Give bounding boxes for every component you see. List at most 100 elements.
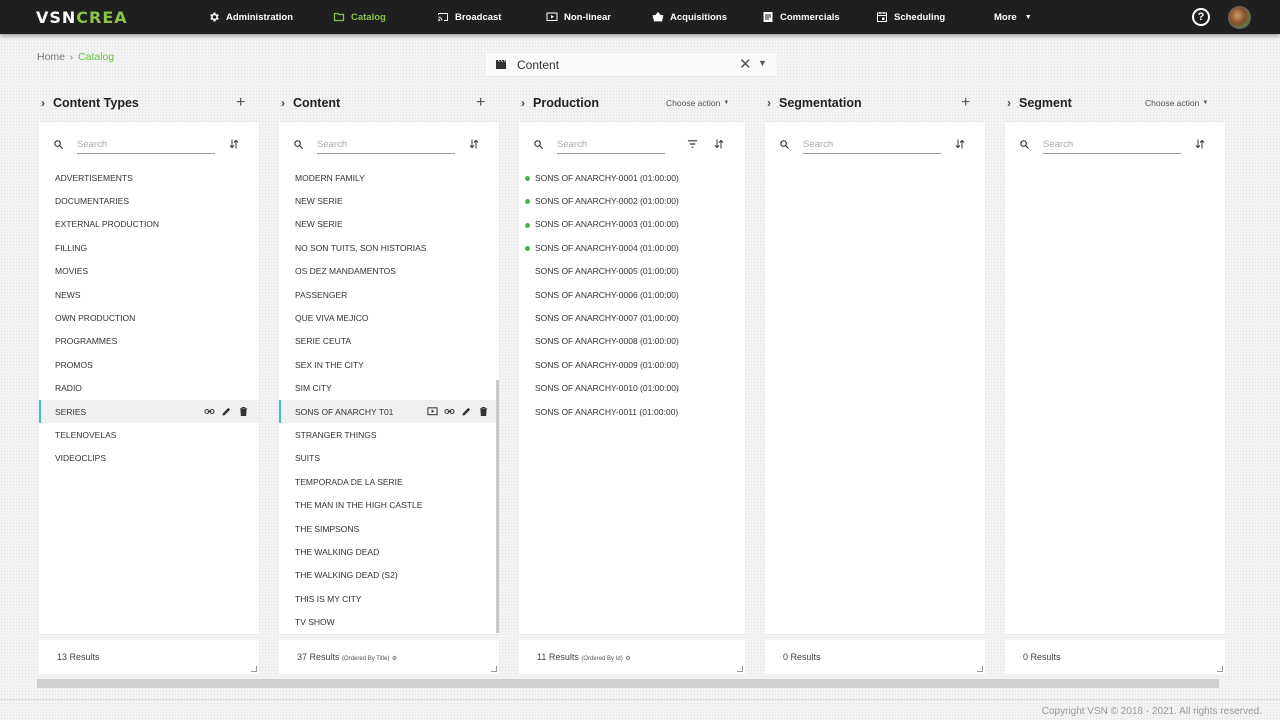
nav-more[interactable]: More ▼ <box>994 8 1032 26</box>
list-item[interactable]: FILLING <box>39 236 259 259</box>
add-content-type-button[interactable]: + <box>236 94 245 111</box>
settings-icon[interactable]: ⚙ <box>625 656 630 662</box>
app-logo[interactable]: VSNCREA <box>36 8 128 27</box>
resize-grip-icon[interactable] <box>1217 666 1223 672</box>
breadcrumb-current[interactable]: Catalog <box>78 51 114 63</box>
expand-chevron-icon[interactable]: › <box>281 96 293 110</box>
choose-action-production[interactable]: Choose action ▼ <box>666 95 729 111</box>
list-item[interactable]: THE MAN IN THE HIGH CASTLE <box>279 493 499 516</box>
search-input-content-types[interactable] <box>77 136 215 154</box>
nav-commercials[interactable]: Commercials <box>762 8 840 26</box>
list-item[interactable]: SONS OF ANARCHY-0006 (01:00:00) <box>519 283 745 306</box>
nav-broadcast[interactable]: Broadcast <box>437 8 501 26</box>
list-item[interactable]: EXTERNAL PRODUCTION <box>39 213 259 236</box>
list-item[interactable]: MOVIES <box>39 260 259 283</box>
list-item[interactable]: SONS OF ANARCHY-0011 (01:00:00) <box>519 400 745 423</box>
search-input-segmentation[interactable] <box>803 136 941 154</box>
list-item[interactable]: SERIE CEUTA <box>279 330 499 353</box>
nav-acquisitions[interactable]: Acquisitions <box>652 8 727 26</box>
search-input-production[interactable] <box>557 136 665 154</box>
sort-icon[interactable] <box>954 138 966 150</box>
add-content-button[interactable]: + <box>476 94 485 111</box>
logo-accent: CREA <box>76 8 128 27</box>
list-item[interactable]: SONS OF ANARCHY-0010 (01:00:00) <box>519 377 745 400</box>
link-icon[interactable] <box>204 406 215 417</box>
list-item[interactable]: SONS OF ANARCHY-0004 (01:00:00) <box>519 236 745 259</box>
horizontal-scrollbar[interactable] <box>37 679 1219 688</box>
list-item[interactable]: NO SON TUITS, SON HISTORIAS <box>279 236 499 259</box>
settings-icon[interactable]: ⚙ <box>392 656 397 662</box>
breadcrumb-home[interactable]: Home <box>37 51 65 63</box>
filter-icon[interactable] <box>687 139 698 149</box>
resize-grip-icon[interactable] <box>977 666 983 672</box>
expand-chevron-icon[interactable]: › <box>767 96 779 110</box>
list-item[interactable]: SONS OF ANARCHY-0001 (01:00:00) <box>519 166 745 189</box>
list-item[interactable]: PROGRAMMES <box>39 330 259 353</box>
help-icon[interactable]: ? <box>1192 8 1210 26</box>
expand-chevron-icon[interactable]: › <box>41 96 53 110</box>
list-item[interactable]: THIS IS MY CITY <box>279 587 499 610</box>
search-input-segment[interactable] <box>1043 136 1181 154</box>
list-item[interactable]: STRANGER THINGS <box>279 423 499 446</box>
nav-catalog[interactable]: Catalog <box>333 8 386 26</box>
trash-icon[interactable] <box>238 406 249 417</box>
list-item[interactable]: THE SIMPSONS <box>279 517 499 540</box>
list-item[interactable]: SONS OF ANARCHY-0005 (01:00:00) <box>519 260 745 283</box>
list-item[interactable]: NEW SERIE <box>279 189 499 212</box>
play-screen-icon[interactable] <box>427 406 438 417</box>
list-item[interactable]: DOCUMENTARIES <box>39 189 259 212</box>
list-item[interactable]: OWN PRODUCTION <box>39 306 259 329</box>
list-item[interactable]: SEX IN THE CITY <box>279 353 499 376</box>
results-count: 11 Results (Ordered By Id) ⚙ <box>537 652 631 662</box>
sort-icon[interactable] <box>1194 138 1206 150</box>
add-segmentation-button[interactable]: + <box>961 94 970 111</box>
edit-pencil-icon[interactable] <box>221 406 232 417</box>
user-avatar[interactable] <box>1228 6 1251 29</box>
clear-icon[interactable]: ✕ <box>739 55 752 73</box>
list-item[interactable]: SERIES <box>39 399 259 424</box>
list-item[interactable]: SONS OF ANARCHY-0002 (01:00:00) <box>519 189 745 212</box>
list-item[interactable]: PROMOS <box>39 353 259 376</box>
search-input-content[interactable] <box>317 136 455 154</box>
list-item[interactable]: RADIO <box>39 377 259 400</box>
list-item[interactable]: VIDEOCLIPS <box>39 447 259 470</box>
list-item[interactable]: THE WALKING DEAD (S2) <box>279 564 499 587</box>
sort-icon[interactable] <box>713 138 725 150</box>
choose-action-segment[interactable]: Choose action ▼ <box>1145 95 1208 111</box>
list-item[interactable]: SIM CITY <box>279 377 499 400</box>
resize-grip-icon[interactable] <box>491 666 497 672</box>
trash-icon[interactable] <box>478 406 489 417</box>
nav-scheduling[interactable]: Scheduling <box>876 8 945 26</box>
catalog-type-selector[interactable]: Content ✕ ▼ <box>486 53 776 77</box>
list-item[interactable]: THE WALKING DEAD <box>279 540 499 563</box>
expand-chevron-icon[interactable]: › <box>1007 96 1019 110</box>
nav-nonlinear[interactable]: Non-linear <box>546 8 611 26</box>
edit-pencil-icon[interactable] <box>461 406 472 417</box>
footer-production: 11 Results (Ordered By Id) ⚙ <box>519 640 745 674</box>
list-item[interactable]: MODERN FAMILY <box>279 166 499 189</box>
nav-administration[interactable]: Administration <box>208 8 293 26</box>
list-item[interactable]: SUITS <box>279 447 499 470</box>
vertical-scrollbar[interactable] <box>496 380 499 633</box>
resize-grip-icon[interactable] <box>251 666 257 672</box>
expand-chevron-icon[interactable]: › <box>521 96 533 110</box>
list-item[interactable]: TELENOVELAS <box>39 423 259 446</box>
list-item[interactable]: QUE VIVA MEJICO <box>279 306 499 329</box>
list-item[interactable]: NEWS <box>39 283 259 306</box>
list-item[interactable]: TEMPORADA DE LA SERIE <box>279 470 499 493</box>
sort-icon[interactable] <box>228 138 240 150</box>
sort-icon[interactable] <box>468 138 480 150</box>
list-item[interactable]: NEW SERIE <box>279 213 499 236</box>
list-item[interactable]: ADVERTISEMENTS <box>39 166 259 189</box>
list-item[interactable]: SONS OF ANARCHY-0003 (01:00:00) <box>519 213 745 236</box>
list-item[interactable]: SONS OF ANARCHY-0008 (01:00:00) <box>519 330 745 353</box>
dropdown-caret-icon[interactable]: ▼ <box>758 58 767 68</box>
resize-grip-icon[interactable] <box>737 666 743 672</box>
list-item[interactable]: SONS OF ANARCHY T01 <box>279 399 499 424</box>
list-item[interactable]: SONS OF ANARCHY-0007 (01:00:00) <box>519 306 745 329</box>
list-item[interactable]: TV SHOW <box>279 610 499 633</box>
list-item[interactable]: OS DEZ MANDAMENTOS <box>279 260 499 283</box>
link-icon[interactable] <box>444 406 455 417</box>
list-item[interactable]: SONS OF ANARCHY-0009 (01:00:00) <box>519 353 745 376</box>
list-item[interactable]: PASSENGER <box>279 283 499 306</box>
